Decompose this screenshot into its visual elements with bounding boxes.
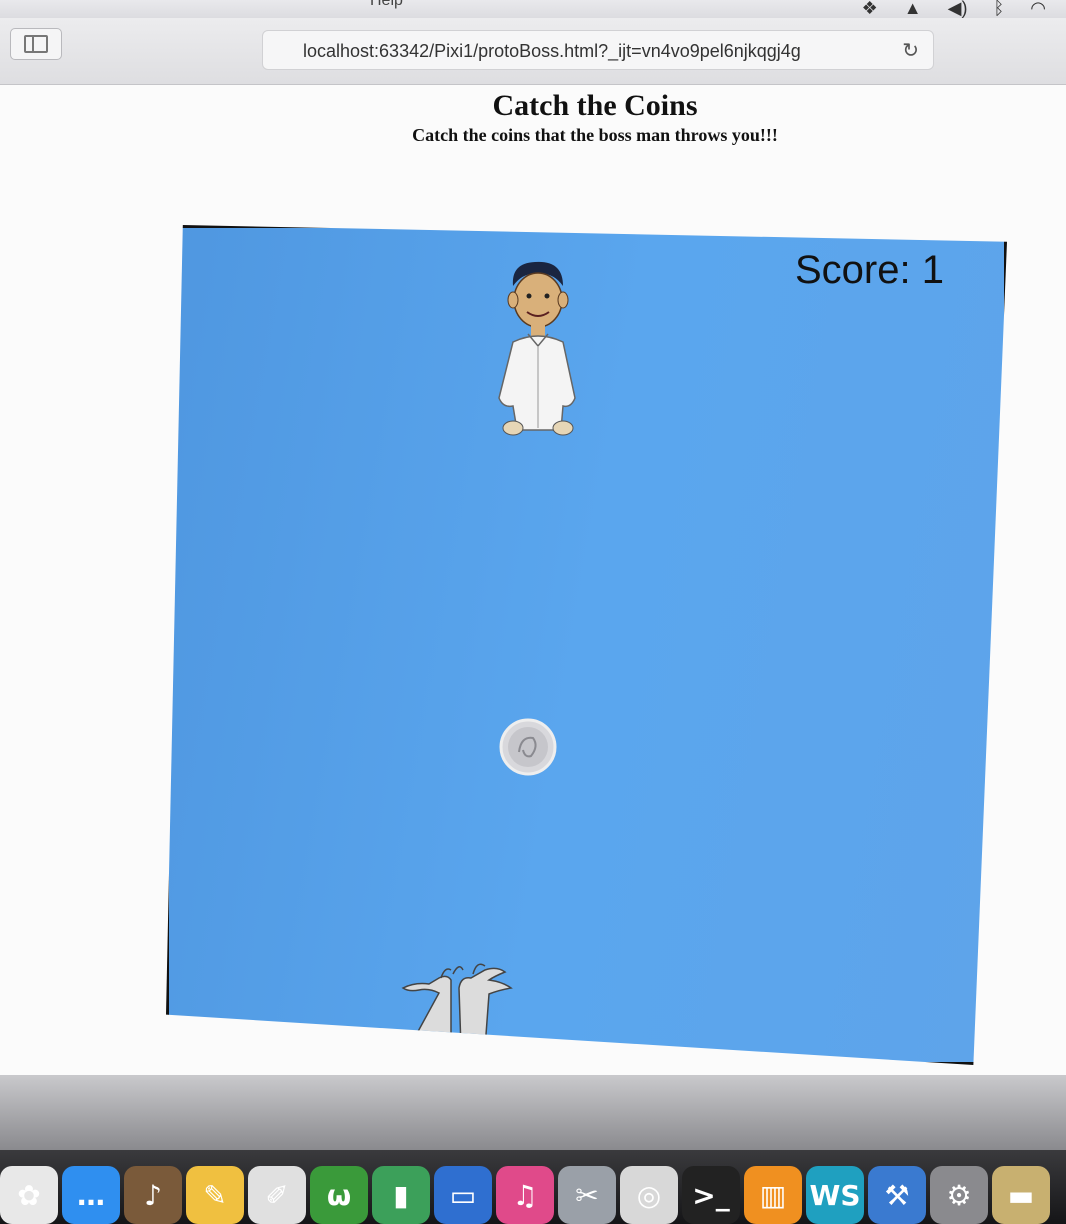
menu-help[interactable]: Help <box>370 0 403 10</box>
itunes-icon[interactable]: ♫ <box>496 1166 554 1224</box>
url-text: localhost:63342/Pixi1/protoBoss.html?_ij… <box>303 41 801 61</box>
game-canvas[interactable]: Score: 1 <box>166 225 1007 1065</box>
status-tray: ❖ ▲ ◀) ᛒ ◠ <box>862 0 1046 19</box>
ibooks-icon[interactable]: ▥ <box>744 1166 802 1224</box>
page-title: Catch the Coins <box>492 89 698 122</box>
system-preferences-icon[interactable]: ⚙ <box>930 1166 988 1224</box>
messages-icon[interactable]: … <box>62 1166 120 1224</box>
preview-icon[interactable]: ✂ <box>558 1166 616 1224</box>
garageband-icon[interactable]: ♪ <box>124 1166 182 1224</box>
boss-man-sprite <box>498 261 576 436</box>
sidebar-toggle-button[interactable] <box>10 28 62 60</box>
macos-menu-bar: Help ❖ ▲ ◀) ᛒ ◠ <box>0 0 1066 19</box>
browser-toolbar: localhost:63342/Pixi1/protoBoss.html?_ij… <box>0 18 1066 85</box>
macos-dock: ✿… ♪ ✎ ✐ ω ▮ ▭ ♫ ✂ ◎ >_ ▥ WS ⚒ ⚙ ▬ <box>0 1150 1066 1224</box>
safari-icon[interactable]: ◎ <box>620 1166 678 1224</box>
coin-sprite <box>499 718 557 776</box>
webex-icon[interactable]: ω <box>310 1166 368 1224</box>
volume-icon[interactable]: ◀) <box>948 0 968 19</box>
dock-items: ✿… ♪ ✎ ✐ ω ▮ ▭ ♫ ✂ ◎ >_ ▥ WS ⚒ ⚙ ▬ <box>0 1166 1050 1224</box>
window-bottom-edge <box>0 1075 1066 1150</box>
bluetooth-icon[interactable]: ᛒ <box>993 0 1004 19</box>
page-subtitle: Catch the coins that the boss man throws… <box>412 125 778 145</box>
web-page: Catch the Coins Catch the coins that the… <box>0 85 1066 1075</box>
keynote-icon[interactable]: ▭ <box>434 1166 492 1224</box>
webstorm-icon[interactable]: WS <box>806 1166 864 1224</box>
address-bar[interactable]: localhost:63342/Pixi1/protoBoss.html?_ij… <box>262 30 934 70</box>
airplay-icon[interactable]: ▲ <box>904 0 922 19</box>
player-hands-sprite[interactable] <box>389 948 529 1048</box>
reload-icon[interactable]: ↻ <box>902 31 919 69</box>
score-display: Score: 1 <box>795 248 944 292</box>
xcode-icon[interactable]: ⚒ <box>868 1166 926 1224</box>
photos-icon[interactable]: ✿ <box>0 1166 58 1224</box>
folder-icon[interactable]: ▬ <box>992 1166 1050 1224</box>
sidebar-icon <box>24 35 48 53</box>
dropbox-icon[interactable]: ❖ <box>862 0 878 19</box>
notes-icon[interactable]: ✎ <box>186 1166 244 1224</box>
numbers-icon[interactable]: ▮ <box>372 1166 430 1224</box>
terminal-icon[interactable]: >_ <box>682 1166 740 1224</box>
wifi-icon[interactable]: ◠ <box>1030 0 1046 19</box>
textedit-icon[interactable]: ✐ <box>248 1166 306 1224</box>
